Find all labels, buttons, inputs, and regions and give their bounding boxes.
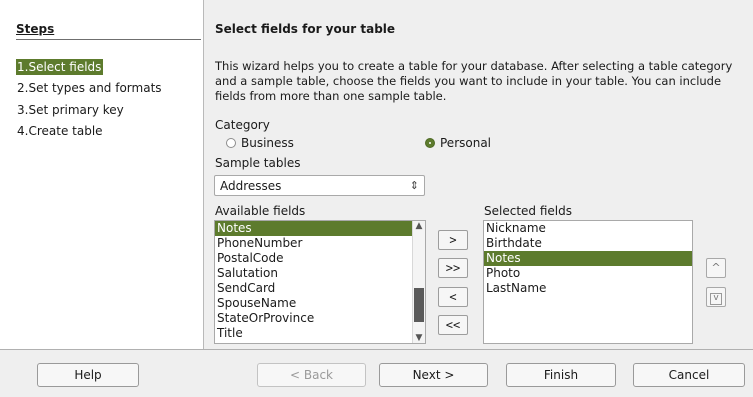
help-button[interactable]: Help — [37, 363, 139, 387]
category-label: Category — [215, 118, 270, 132]
list-item[interactable]: SpouseName — [215, 296, 425, 311]
chevron-up-icon: ^ — [711, 261, 721, 274]
available-fields-scrollbar[interactable]: ▲ ▼ — [412, 221, 425, 343]
sample-tables-label: Sample tables — [215, 156, 301, 170]
sample-tables-select[interactable]: Addresses ⇕ — [214, 175, 425, 196]
finish-button[interactable]: Finish — [506, 363, 616, 387]
content-pane: Select fields for your table This wizard… — [204, 0, 753, 349]
list-item[interactable]: Title — [215, 326, 425, 341]
step-select-fields[interactable]: 1.Select fields — [16, 59, 104, 75]
radio-business-label: Business — [241, 136, 294, 150]
steps-pane: Steps 1.Select fields 2.Set types and fo… — [0, 0, 203, 349]
list-item[interactable]: Nickname — [484, 221, 692, 236]
add-field-button[interactable]: > — [438, 230, 468, 250]
back-button[interactable]: < Back — [257, 363, 366, 387]
list-item[interactable]: Notes — [215, 221, 425, 236]
list-item[interactable]: PostalCode — [215, 251, 425, 266]
steps-divider — [16, 39, 201, 40]
scroll-up-icon[interactable]: ▲ — [413, 221, 425, 231]
available-fields-list[interactable]: Notes PhoneNumber PostalCode Salutation Send… — [214, 220, 426, 344]
radio-business-indicator[interactable] — [226, 138, 236, 148]
radio-personal-label: Personal — [440, 136, 492, 150]
list-item[interactable]: Photo — [484, 266, 692, 281]
move-up-button[interactable]: ^ — [706, 258, 726, 278]
cancel-button[interactable]: Cancel — [633, 363, 745, 387]
step-set-primary-key[interactable]: 3.Set primary key — [16, 102, 126, 118]
list-item[interactable]: Birthdate — [484, 236, 692, 251]
list-item[interactable]: LastName — [484, 281, 692, 296]
selected-fields-label: Selected fields — [484, 204, 572, 218]
steps-title: Steps — [16, 22, 55, 36]
step-set-types-and-formats[interactable]: 2.Set types and formats — [16, 80, 164, 96]
scrollbar-thumb[interactable] — [414, 288, 424, 322]
remove-all-fields-button[interactable]: << — [438, 315, 468, 335]
selected-fields-list[interactable]: Nickname Birthdate Notes Photo LastName — [483, 220, 693, 344]
spin-arrows-icon: ⇕ — [409, 179, 419, 192]
remove-field-button[interactable]: < — [438, 287, 468, 307]
step-create-table[interactable]: 4.Create table — [16, 123, 105, 139]
radio-personal-indicator[interactable] — [425, 138, 435, 148]
list-item[interactable]: Salutation — [215, 266, 425, 281]
scroll-down-icon[interactable]: ▼ — [413, 333, 425, 343]
list-item[interactable]: StateOrProvince — [215, 311, 425, 326]
footer-divider — [0, 349, 753, 350]
add-all-fields-button[interactable]: >> — [438, 258, 468, 278]
next-button[interactable]: Next > — [379, 363, 488, 387]
list-item[interactable]: SendCard — [215, 281, 425, 296]
sample-tables-value: Addresses — [220, 179, 282, 193]
move-down-button[interactable]: v — [706, 287, 726, 307]
list-item[interactable]: PhoneNumber — [215, 236, 425, 251]
list-item[interactable]: Notes — [484, 251, 692, 266]
intro-text: This wizard helps you to create a table … — [215, 59, 733, 103]
chevron-down-icon: v — [710, 293, 722, 305]
page-title: Select fields for your table — [215, 22, 396, 36]
available-fields-label: Available fields — [215, 204, 306, 218]
